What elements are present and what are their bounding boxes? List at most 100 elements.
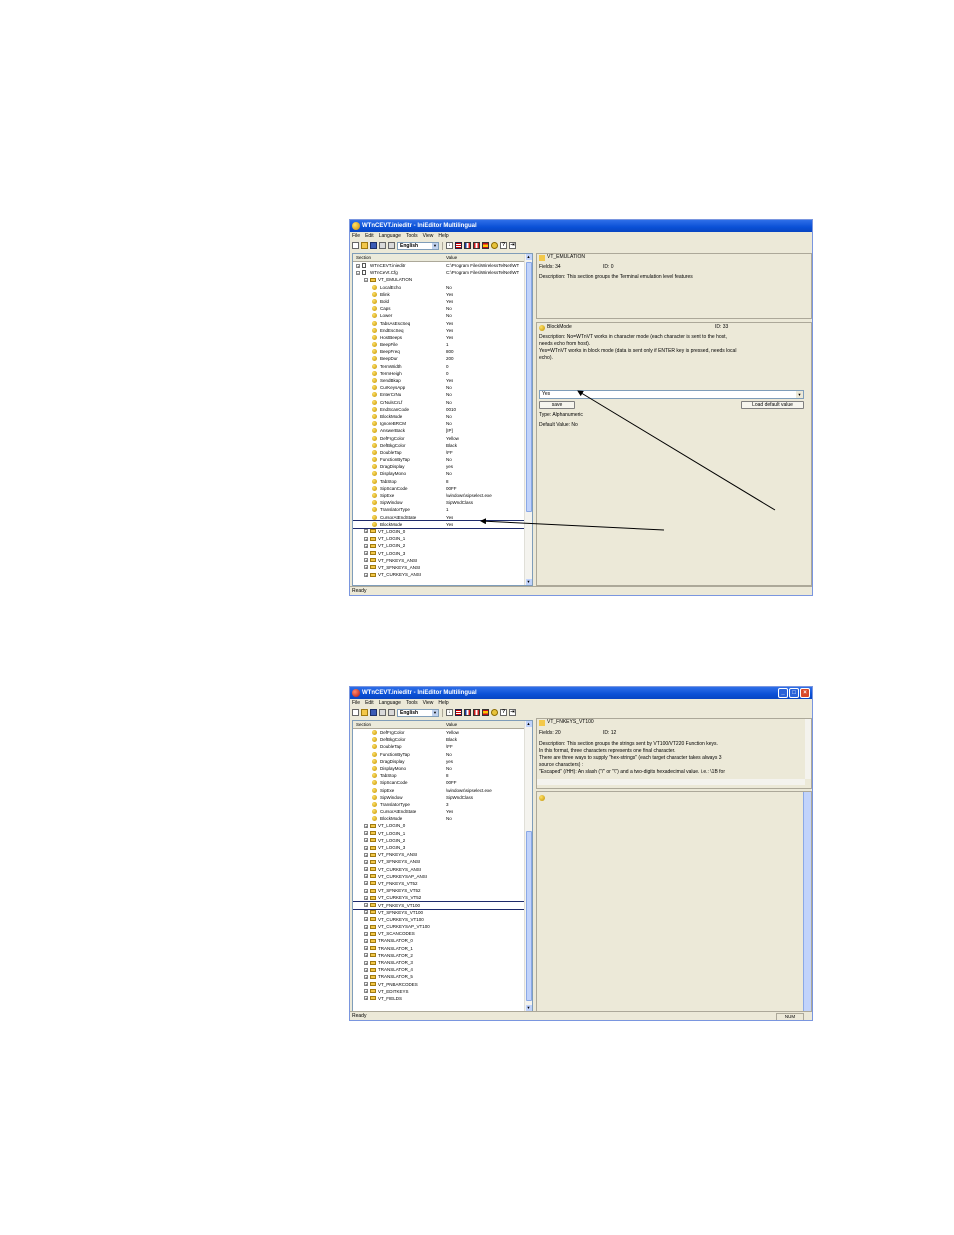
- tree-section-row[interactable]: + VT_SCANCODES: [353, 930, 525, 937]
- expand-toggle-icon[interactable]: +: [364, 989, 368, 994]
- tree-key-row[interactable]: DragDisplay yes: [353, 758, 525, 765]
- expand-toggle-icon[interactable]: +: [356, 263, 360, 268]
- tree-key-row[interactable]: SipScanCode 00FF: [353, 485, 525, 492]
- tree-section-row[interactable]: + VT_LOGIN_0: [353, 528, 525, 535]
- tree-key-row[interactable]: DefBkgColor Black: [353, 442, 525, 449]
- tree-section-row[interactable]: + VT_LOGIN_0: [353, 822, 525, 829]
- tree-key-row[interactable]: DisplayMono No: [353, 765, 525, 772]
- expand-toggle-icon[interactable]: +: [364, 543, 368, 548]
- tree-section-row[interactable]: + VT_CURKEYSAP_ANSI: [353, 873, 525, 880]
- tree-section-row[interactable]: + VT_CURKEYS_ANSI: [353, 866, 525, 873]
- tree-key-row[interactable]: TermWidth 0: [353, 363, 525, 370]
- scroll-thumb[interactable]: [525, 262, 532, 512]
- tree-section-row[interactable]: + VT_FNKEYS_VT52: [353, 880, 525, 887]
- column-value[interactable]: Value: [446, 721, 457, 728]
- tree-key-row[interactable]: TabStop 8: [353, 478, 525, 485]
- expand-toggle-icon[interactable]: +: [364, 888, 368, 893]
- tree-key-row[interactable]: DoubleTap \FF: [353, 449, 525, 456]
- expand-toggle-icon[interactable]: +: [364, 903, 368, 908]
- menu-view[interactable]: View: [423, 699, 434, 707]
- key-icon[interactable]: [491, 709, 498, 716]
- tree-key-row[interactable]: Caps No: [353, 305, 525, 312]
- expand-toggle-icon[interactable]: +: [364, 953, 368, 958]
- tree-section-row[interactable]: + VT_PNBARCODES: [353, 981, 525, 988]
- scroll-up-icon[interactable]: ▲: [525, 721, 532, 727]
- tree-section-row[interactable]: + TRANSLATOR_4: [353, 966, 525, 973]
- flag-us-icon[interactable]: [455, 709, 462, 716]
- tree-key-row[interactable]: DragDisplay yes: [353, 463, 525, 470]
- menu-file[interactable]: File: [352, 699, 360, 707]
- menu-help[interactable]: Help: [438, 699, 448, 707]
- tree-key-row[interactable]: SendBkap Yes: [353, 377, 525, 384]
- close-icon[interactable]: ×: [800, 688, 810, 698]
- menu-edit[interactable]: Edit: [365, 232, 374, 240]
- tree-key-row[interactable]: SipScanCode 00FF: [353, 779, 525, 786]
- expand-toggle-icon[interactable]: +: [364, 838, 368, 843]
- menu-tools[interactable]: Tools: [406, 232, 418, 240]
- flag-it-icon[interactable]: [473, 709, 480, 716]
- expand-toggle-icon[interactable]: −: [356, 270, 360, 275]
- tree-section-row[interactable]: + VT_LOGIN_2: [353, 837, 525, 844]
- key-icon[interactable]: [491, 242, 498, 249]
- tree-section-row[interactable]: + VT_SFNKEYS_ANSI: [353, 564, 525, 571]
- tree-key-row[interactable]: FunctionByTap No: [353, 456, 525, 463]
- language-select[interactable]: English ▼: [397, 241, 439, 250]
- column-value[interactable]: Value: [446, 254, 457, 261]
- tree-key-row[interactable]: HostBeeps Yes: [353, 334, 525, 341]
- expand-toggle-icon[interactable]: +: [364, 831, 368, 836]
- flag-fr-icon[interactable]: [464, 242, 471, 249]
- tree-section-row[interactable]: + TRANSLATOR_2: [353, 952, 525, 959]
- tree-key-row[interactable]: SipWindow SipWndClass: [353, 499, 525, 506]
- tree-section-row[interactable]: + VT_SFNKEYS_ANSI: [353, 858, 525, 865]
- expand-toggle-icon[interactable]: +: [364, 938, 368, 943]
- copy-icon[interactable]: [379, 709, 386, 716]
- tree-key-row[interactable]: CursorAtEndState Yes: [353, 808, 525, 815]
- menu-edit[interactable]: Edit: [365, 699, 374, 707]
- menu-file[interactable]: File: [352, 232, 360, 240]
- expand-toggle-icon[interactable]: +: [364, 874, 368, 879]
- tree-file-row[interactable]: − WTnCeVt.Cfg C:\Program Files\WirelessTel…: [353, 269, 525, 276]
- scroll-up-icon[interactable]: ▲: [525, 254, 532, 260]
- expand-toggle-icon[interactable]: +: [364, 529, 368, 534]
- save-disk-icon[interactable]: [370, 242, 377, 249]
- section-tree[interactable]: Section Value + WTnCEVT.inieditr C:\Progra…: [352, 253, 533, 586]
- expand-toggle-icon[interactable]: +: [364, 572, 368, 577]
- title-bar[interactable]: WTnCEVT.inieditr - IniEditor Multilingua…: [350, 687, 812, 699]
- menu-language[interactable]: Language: [379, 699, 401, 707]
- sort-icon[interactable]: ↓: [446, 709, 453, 716]
- tree-section-row[interactable]: + TRANSLATOR_3: [353, 959, 525, 966]
- tree-key-row[interactable]: Lower No: [353, 312, 525, 319]
- title-bar[interactable]: WTnCEVT.inieditr - IniEditor Multilingua…: [350, 220, 812, 232]
- maximize-icon[interactable]: □: [789, 688, 799, 698]
- flag-us-icon[interactable]: [455, 242, 462, 249]
- tree-section-row[interactable]: + VT_CURKEYS_ANSI: [353, 571, 525, 578]
- tree-key-row[interactable]: TranslatorType 1: [353, 506, 525, 513]
- tree-key-row[interactable]: SipExe \windows\sipselect.exe: [353, 492, 525, 499]
- scroll-down-icon[interactable]: ▼: [525, 579, 532, 585]
- expand-toggle-icon[interactable]: +: [364, 551, 368, 556]
- menu-tools[interactable]: Tools: [406, 699, 418, 707]
- column-section[interactable]: Section: [356, 721, 371, 728]
- minimize-icon[interactable]: _: [778, 688, 788, 698]
- expand-toggle-icon[interactable]: +: [364, 859, 368, 864]
- tree-key-row[interactable]: TabsAsEscSeq Yes: [353, 320, 525, 327]
- tree-section-row[interactable]: + VT_FNKEYS_VT100: [353, 900, 526, 910]
- tree-section-row[interactable]: + TRANSLATOR_0: [353, 937, 525, 944]
- tree-section-row[interactable]: + VT_LOGIN_2: [353, 542, 525, 549]
- expand-toggle-icon[interactable]: +: [364, 823, 368, 828]
- expand-toggle-icon[interactable]: +: [364, 895, 368, 900]
- expand-toggle-icon[interactable]: +: [364, 924, 368, 929]
- tree-key-row[interactable]: TranslatorType 3: [353, 801, 525, 808]
- tree-key-row[interactable]: EndEscSeq Yes: [353, 327, 525, 334]
- expand-toggle-icon[interactable]: +: [364, 845, 368, 850]
- expand-toggle-icon[interactable]: +: [364, 917, 368, 922]
- expand-toggle-icon[interactable]: +: [364, 960, 368, 965]
- expand-toggle-icon[interactable]: +: [364, 867, 368, 872]
- tree-section-row[interactable]: + VT_SFNKEYS_VT52: [353, 887, 525, 894]
- expand-toggle-icon[interactable]: −: [364, 277, 368, 282]
- tree-key-row[interactable]: EndScanCode 0010: [353, 406, 525, 413]
- tree-section-row[interactable]: − VT_EMULATION: [353, 276, 525, 283]
- expand-toggle-icon[interactable]: +: [364, 974, 368, 979]
- expand-toggle-icon[interactable]: +: [364, 910, 368, 915]
- tree-section-row[interactable]: + VT_CURKEYS_VT52: [353, 894, 525, 901]
